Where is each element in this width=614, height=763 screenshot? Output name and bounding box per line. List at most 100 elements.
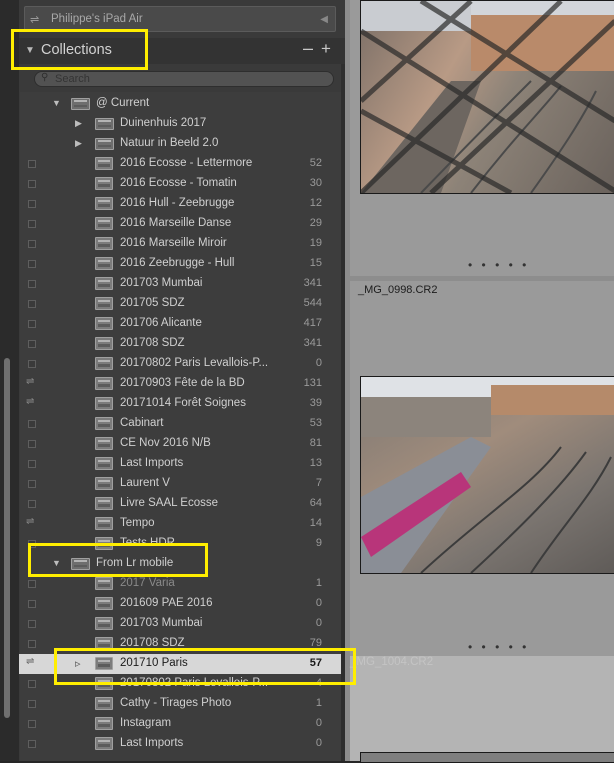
collection-icon [95, 417, 113, 430]
collection-row[interactable]: Livre SAAL Ecosse 64 [19, 494, 341, 514]
target-checkbox[interactable] [28, 320, 36, 328]
collections-search-input[interactable]: ⚲ Search [34, 71, 334, 87]
target-checkbox[interactable] [28, 480, 36, 488]
collection-set-row[interactable]: ▶ Natuur in Beeld 2.0 [19, 134, 341, 154]
left-scrollbar[interactable] [4, 358, 10, 718]
collection-count: 29 [309, 217, 322, 229]
collection-row[interactable]: ⇌ 20171014 Forêt Soignes 39 [19, 394, 341, 414]
target-checkbox[interactable] [28, 680, 36, 688]
remove-collection-button[interactable]: – [303, 38, 313, 59]
collection-icon [95, 697, 113, 710]
collection-row[interactable]: ⇌ 20170903 Fête de la BD 131 [19, 374, 341, 394]
collection-icon [95, 177, 113, 190]
target-checkbox[interactable] [28, 740, 36, 748]
thumbnail-image[interactable] [360, 376, 614, 574]
collection-set-row[interactable]: ▶ Duinenhuis 2017 [19, 114, 341, 134]
collection-row[interactable]: CE Nov 2016 N/B 81 [19, 434, 341, 454]
collection-count: 15 [309, 257, 322, 269]
collection-row[interactable]: Laurent V 7 [19, 474, 341, 494]
collection-count: 341 [303, 277, 322, 289]
target-checkbox[interactable] [28, 620, 36, 628]
collection-row[interactable]: 201706 Alicante 417 [19, 314, 341, 334]
collection-row[interactable]: 201705 SDZ 544 [19, 294, 341, 314]
collection-row[interactable]: ⇌ Tempo 14 [19, 514, 341, 534]
collection-count: 0 [315, 737, 322, 749]
collection-row[interactable]: Cathy - Tirages Photo 1 [19, 694, 341, 714]
collection-count: 81 [309, 437, 322, 449]
sync-icon[interactable]: ⇌ [26, 656, 34, 667]
collection-set-row[interactable]: ▼ @ Current [19, 94, 341, 114]
collection-row[interactable]: 201703 Mumbai 0 [19, 614, 341, 634]
collection-count: 0 [315, 717, 322, 729]
collection-icon [95, 317, 113, 330]
target-checkbox[interactable] [28, 580, 36, 588]
target-checkbox[interactable] [28, 260, 36, 268]
collection-row[interactable]: Last Imports 13 [19, 454, 341, 474]
target-checkbox[interactable] [28, 600, 36, 608]
collection-set-icon [95, 138, 114, 150]
collection-icon [95, 237, 113, 250]
highlight-box-from-lr-mobile [28, 543, 208, 577]
target-checkbox[interactable] [28, 360, 36, 368]
target-checkbox[interactable] [28, 420, 36, 428]
collection-icon [95, 357, 113, 370]
disclosure-right-icon[interactable]: ▶ [75, 138, 82, 149]
collection-row[interactable]: 2016 Marseille Danse 29 [19, 214, 341, 234]
collection-label: 201609 PAE 2016 [120, 597, 213, 609]
collection-row[interactable]: Last Imports 0 [19, 734, 341, 754]
highlight-box-collections [11, 29, 148, 70]
collection-set-icon [95, 118, 114, 130]
target-checkbox[interactable] [28, 640, 36, 648]
collection-icon [95, 437, 113, 450]
collection-row[interactable]: 201703 Mumbai 341 [19, 274, 341, 294]
collection-row[interactable]: 2016 Zeebrugge - Hull 15 [19, 254, 341, 274]
sync-icon[interactable]: ⇌ [26, 516, 34, 527]
collection-label: 201705 SDZ [120, 297, 185, 309]
target-checkbox[interactable] [28, 460, 36, 468]
sync-icon[interactable]: ⇌ [26, 376, 34, 387]
collection-row[interactable]: 201609 PAE 2016 0 [19, 594, 341, 614]
target-checkbox[interactable] [28, 720, 36, 728]
thumbnail-image[interactable] [360, 752, 614, 763]
target-checkbox[interactable] [28, 700, 36, 708]
triangle-left-icon[interactable]: ◀ [320, 14, 328, 25]
collection-label: Tempo [120, 517, 155, 529]
collection-row[interactable]: 2016 Ecosse - Tomatin 30 [19, 174, 341, 194]
collection-row[interactable]: Instagram 0 [19, 714, 341, 734]
railway-fence-photo [361, 1, 614, 193]
target-checkbox[interactable] [28, 500, 36, 508]
collection-label: @ Current [96, 97, 150, 109]
collection-icon [95, 197, 113, 210]
collection-row[interactable]: Cabinart 53 [19, 414, 341, 434]
collection-label: Duinenhuis 2017 [120, 117, 207, 129]
collection-label: Cathy - Tirages Photo [120, 697, 232, 709]
collection-label: 20170802 Paris Levallois-P... [120, 357, 269, 369]
collection-icon [95, 217, 113, 230]
thumbnail-image[interactable] [360, 0, 614, 194]
collection-row[interactable]: 2017 Varia 1 [19, 574, 341, 594]
collection-row[interactable]: 2016 Marseille Miroir 19 [19, 234, 341, 254]
target-checkbox[interactable] [28, 340, 36, 348]
collection-label: 2016 Zeebrugge - Hull [120, 257, 235, 269]
device-name: Philippe's iPad Air [51, 13, 143, 25]
target-checkbox[interactable] [28, 300, 36, 308]
disclosure-down-icon[interactable]: ▼ [52, 98, 61, 108]
collection-row[interactable]: 2016 Hull - Zeebrugge 12 [19, 194, 341, 214]
collection-row[interactable]: 201708 SDZ 341 [19, 334, 341, 354]
target-checkbox[interactable] [28, 440, 36, 448]
collection-label: 201708 SDZ [120, 337, 185, 349]
target-checkbox[interactable] [28, 240, 36, 248]
collection-row[interactable]: 20170802 Paris Levallois-P... 0 [19, 354, 341, 374]
collection-count: 1 [315, 697, 322, 709]
target-checkbox[interactable] [28, 180, 36, 188]
grid-cell-selected[interactable]: _MG_1004.CR2 [350, 656, 614, 761]
add-collection-button[interactable]: + [321, 39, 331, 59]
collection-row[interactable]: 2016 Ecosse - Lettermore 52 [19, 154, 341, 174]
target-checkbox[interactable] [28, 280, 36, 288]
disclosure-right-icon[interactable]: ▶ [75, 118, 82, 129]
target-checkbox[interactable] [28, 220, 36, 228]
sync-icon[interactable]: ⇌ [26, 396, 34, 407]
target-checkbox[interactable] [28, 160, 36, 168]
collection-label: Natuur in Beeld 2.0 [120, 137, 219, 149]
target-checkbox[interactable] [28, 200, 36, 208]
